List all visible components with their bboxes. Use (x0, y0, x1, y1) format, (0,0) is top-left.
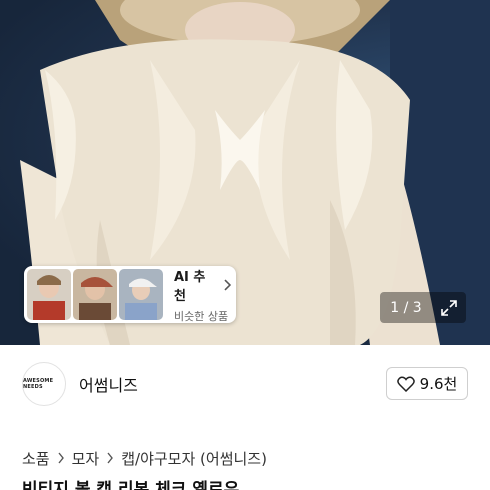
shop-name[interactable]: 어썸니즈 (79, 372, 138, 396)
recommend-thumb-2[interactable] (73, 269, 117, 320)
ai-recommend-title: AI 추천 (174, 269, 206, 304)
product-image[interactable]: AI 추천 비슷한 상품 1 / 3 (0, 0, 490, 345)
shop-info: AWESOME NEEDS 어썸니즈 9.6천 (0, 358, 490, 410)
expand-icon (441, 299, 457, 316)
chevron-right-icon (57, 452, 65, 464)
ai-recommend-subtitle: 비슷한 상품 (174, 309, 229, 323)
product-title-container: 빈티지 볼 캡 리본 체크 옐로우 (22, 478, 482, 490)
breadcrumb: 소품 모자 캡/야구모자 (어썸니즈) (22, 446, 267, 470)
recommend-thumb-1[interactable] (27, 269, 71, 320)
chevron-right-icon (224, 278, 232, 291)
breadcrumb-item-2[interactable]: 모자 (72, 448, 100, 469)
breadcrumb-item-1[interactable]: 소품 (22, 448, 50, 469)
image-counter-text: 1 / 3 (390, 299, 422, 316)
shop-logo-text: AWESOME NEEDS (23, 378, 54, 390)
ai-recommend-text: AI 추천 비슷한 상품 (174, 266, 233, 324)
image-counter: 1 / 3 (380, 292, 466, 323)
shop-avatar[interactable]: AWESOME NEEDS (22, 362, 66, 406)
like-count: 9.6천 (419, 375, 458, 393)
chevron-right-icon (106, 452, 114, 464)
heart-icon (396, 376, 415, 392)
ai-recommend-card[interactable]: AI 추천 비슷한 상품 (24, 266, 236, 323)
breadcrumb-item-3[interactable]: 캡/야구모자 (어썸니즈) (121, 448, 267, 469)
recommend-thumb-3[interactable] (119, 269, 163, 320)
product-title: 빈티지 볼 캡 리본 체크 옐로우 (22, 480, 240, 490)
like-button[interactable]: 9.6천 (386, 367, 468, 400)
expand-button[interactable] (432, 292, 466, 323)
